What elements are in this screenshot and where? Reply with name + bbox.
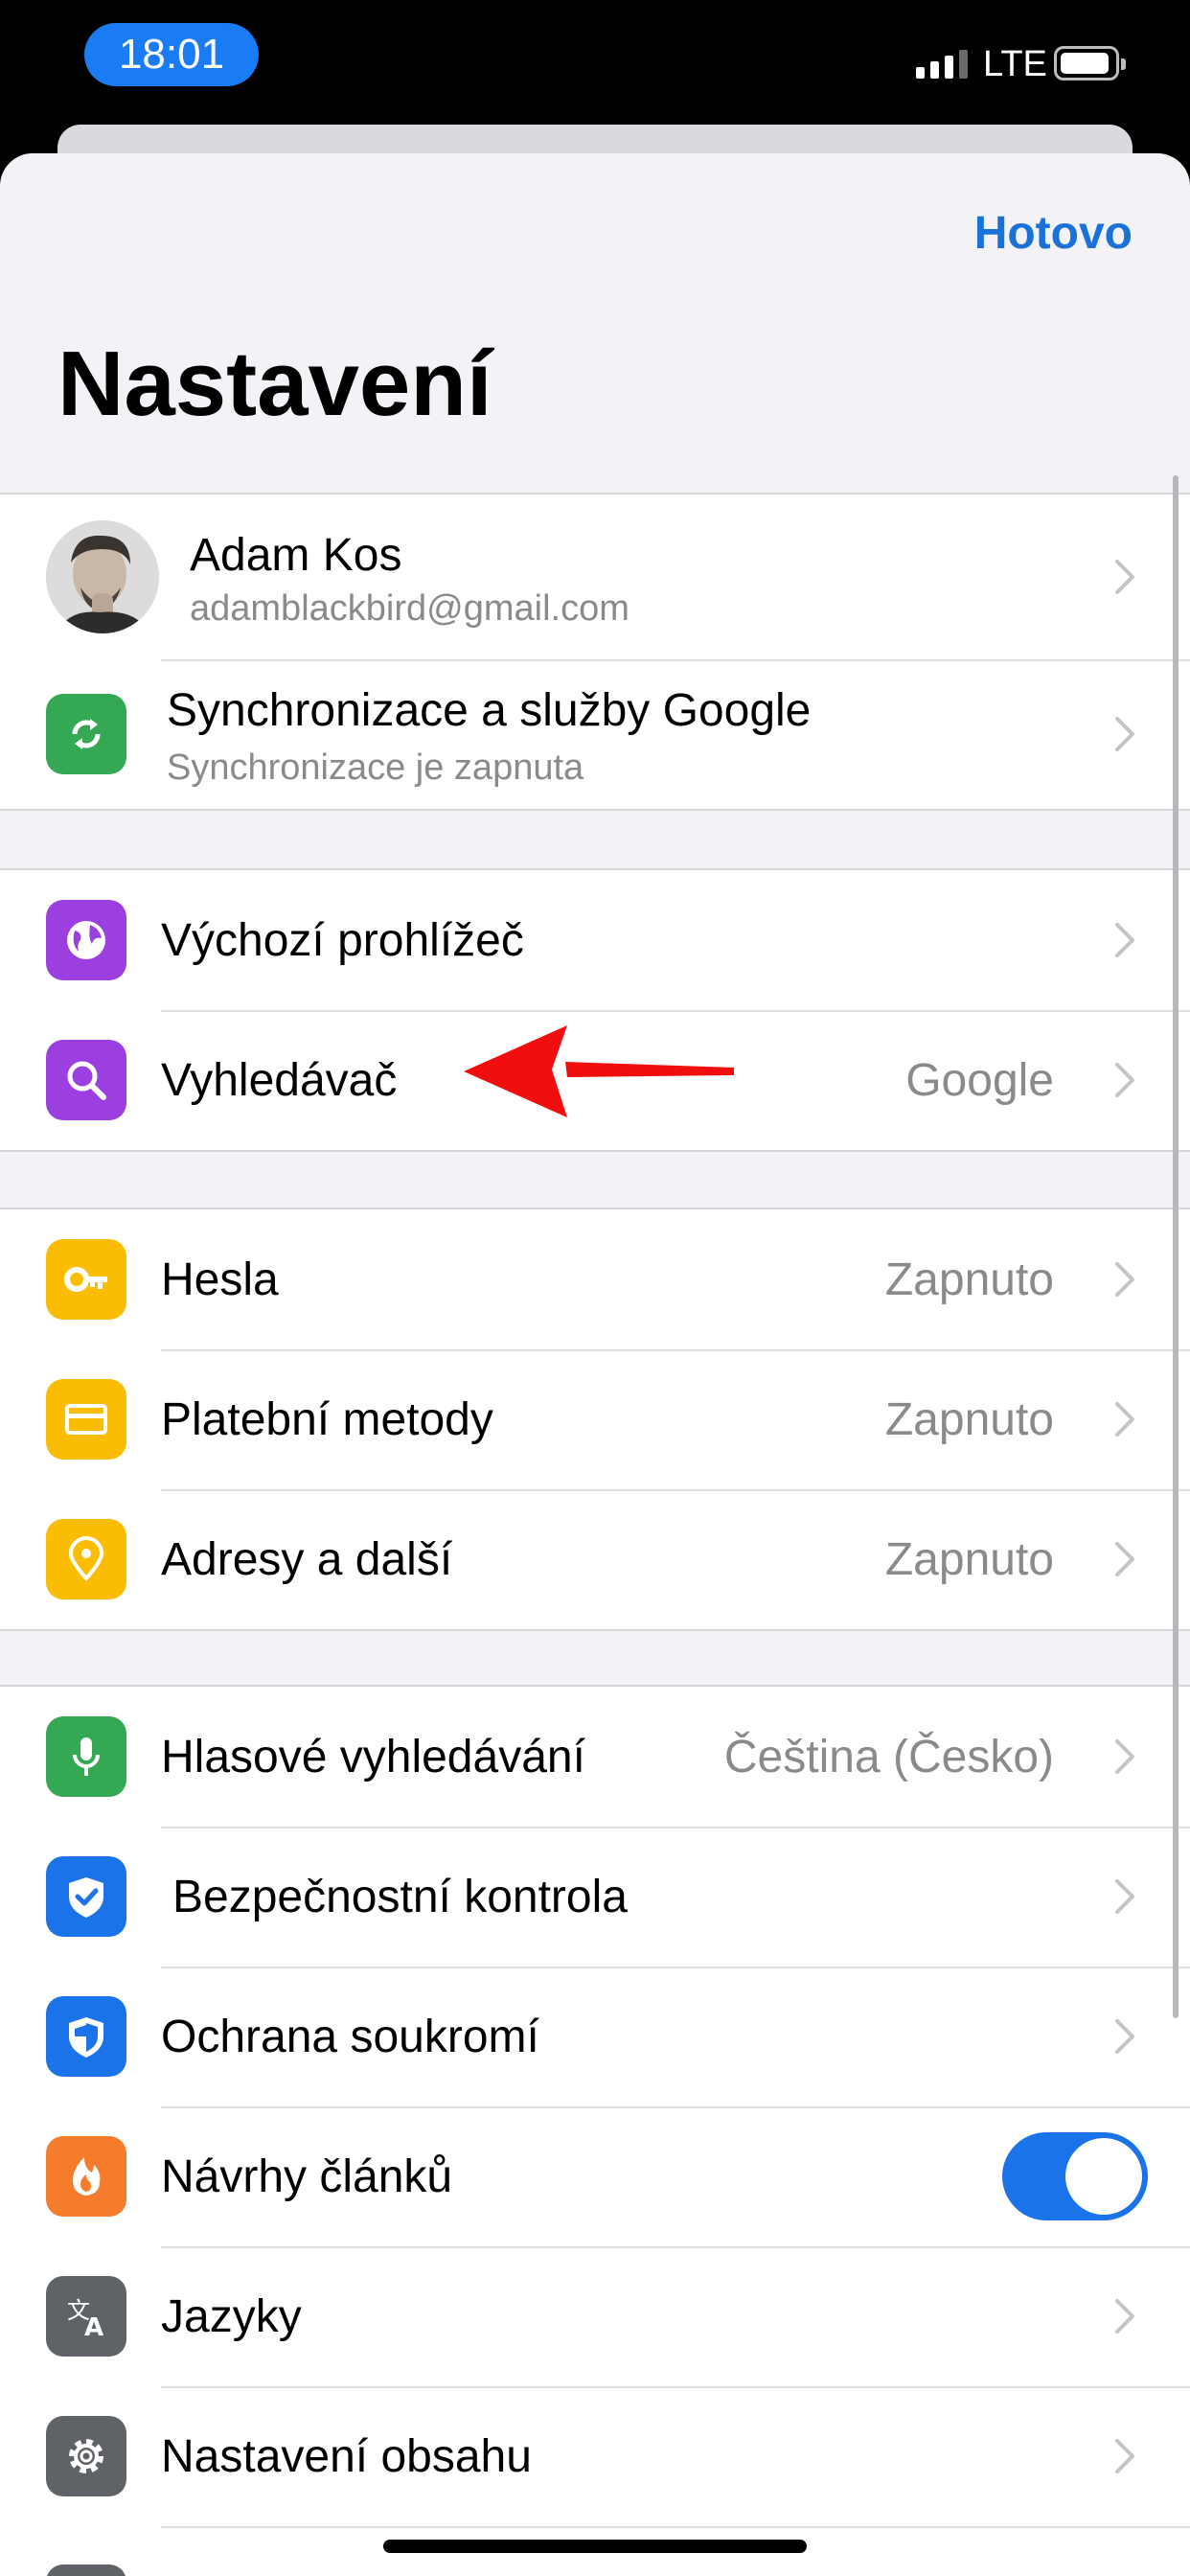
- sync-icon: [46, 694, 126, 774]
- translate-icon: 文A: [46, 2276, 126, 2357]
- network-type: LTE: [983, 44, 1047, 84]
- svg-text:A: A: [84, 2313, 103, 2341]
- addresses-row[interactable]: Adresy a další Zapnuto: [0, 1489, 1190, 1629]
- chevron-right-icon: [1113, 715, 1136, 753]
- default-browser-label: Výchozí prohlížeč: [161, 914, 524, 966]
- safety-check-label: Bezpečnostní kontrola: [172, 1871, 628, 1922]
- location-pin-icon: [46, 1519, 126, 1599]
- profile-name: Adam Kos: [190, 530, 402, 581]
- shield-check-icon: [46, 1856, 126, 1937]
- profile-email: adamblackbird@gmail.com: [190, 588, 629, 629]
- key-icon: [46, 1239, 126, 1320]
- article-suggestions-label: Návrhy článků: [161, 2150, 453, 2202]
- flame-icon: [46, 2136, 126, 2217]
- avatar: [46, 520, 159, 633]
- search-engine-value: Google: [905, 1054, 1054, 1106]
- settings-sheet: Hotovo Nastavení Adam Kos adamblackbird@…: [0, 153, 1190, 2576]
- home-indicator[interactable]: [383, 2540, 807, 2553]
- chevron-right-icon: [1113, 1737, 1136, 1776]
- microphone-icon: [46, 1716, 126, 1797]
- chevron-right-icon: [1113, 2437, 1136, 2475]
- page-title: Nastavení: [57, 333, 492, 435]
- signal-icon: [916, 50, 968, 79]
- misc-group: Hlasové vyhledávání Čeština (Česko) Bezp…: [0, 1685, 1190, 2576]
- search-icon: [46, 1040, 126, 1120]
- annotation-arrow-icon: [464, 1025, 734, 1117]
- payment-methods-label: Platební metody: [161, 1393, 493, 1445]
- privacy-label: Ochrana soukromí: [161, 2011, 539, 2062]
- sync-subtitle: Synchronizace je zapnuta: [167, 748, 584, 788]
- passwords-label: Hesla: [161, 1254, 279, 1305]
- privacy-row[interactable]: Ochrana soukromí: [0, 1966, 1190, 2106]
- chevron-right-icon: [1113, 1061, 1136, 1099]
- chevron-right-icon: [1113, 2017, 1136, 2056]
- scrollbar[interactable]: [1173, 475, 1179, 2018]
- safety-check-row[interactable]: Bezpečnostní kontrola: [0, 1827, 1190, 1966]
- voice-search-value: Čeština (Česko): [723, 1731, 1054, 1782]
- content-settings-label: Nastavení obsahu: [161, 2430, 532, 2482]
- account-group: Adam Kos adamblackbird@gmail.com Synchro…: [0, 493, 1190, 811]
- languages-label: Jazyky: [161, 2290, 302, 2342]
- globe-icon: [46, 900, 126, 980]
- article-suggestions-toggle[interactable]: [1002, 2132, 1148, 2220]
- voice-search-label: Hlasové vyhledávání: [161, 1731, 585, 1782]
- addresses-value: Zapnuto: [884, 1533, 1054, 1585]
- passwords-row[interactable]: Hesla Zapnuto: [0, 1209, 1190, 1349]
- payment-methods-value: Zapnuto: [884, 1393, 1054, 1445]
- sync-row[interactable]: Synchronizace a služby Google Synchroniz…: [0, 659, 1190, 809]
- chevron-right-icon: [1113, 1540, 1136, 1578]
- search-engine-label: Vyhledávač: [161, 1054, 398, 1106]
- card-icon: [46, 1379, 126, 1460]
- article-suggestions-row: Návrhy článků: [0, 2106, 1190, 2246]
- chevron-right-icon: [1113, 1400, 1136, 1438]
- chevron-right-icon: [1113, 558, 1136, 596]
- profile-row[interactable]: Adam Kos adamblackbird@gmail.com: [0, 494, 1190, 659]
- battery-icon: [1054, 46, 1126, 80]
- sync-title: Synchronizace a služby Google: [167, 685, 812, 736]
- content-settings-row[interactable]: Nastavení obsahu: [0, 2386, 1190, 2526]
- default-browser-row[interactable]: Výchozí prohlížeč: [0, 870, 1190, 1010]
- payment-methods-row[interactable]: Platební metody Zapnuto: [0, 1349, 1190, 1489]
- chevron-right-icon: [1113, 1260, 1136, 1299]
- status-bar: 18:01 LTE: [0, 0, 1190, 125]
- status-time: 18:01: [84, 23, 259, 86]
- passwords-value: Zapnuto: [884, 1254, 1054, 1305]
- chevron-right-icon: [1113, 1877, 1136, 1916]
- done-button[interactable]: Hotovo: [974, 207, 1133, 260]
- addresses-label: Adresy a další: [161, 1533, 453, 1585]
- shield-half-icon: [46, 1996, 126, 2077]
- languages-row[interactable]: 文A Jazyky: [0, 2246, 1190, 2386]
- autofill-group: Hesla Zapnuto Platební metody Zapnuto Ad…: [0, 1208, 1190, 1631]
- gear-icon: [46, 2416, 126, 2496]
- voice-search-row[interactable]: Hlasové vyhledávání Čeština (Česko): [0, 1687, 1190, 1827]
- partial-row-icon: [46, 2564, 126, 2576]
- chevron-right-icon: [1113, 921, 1136, 959]
- chevron-right-icon: [1113, 2297, 1136, 2335]
